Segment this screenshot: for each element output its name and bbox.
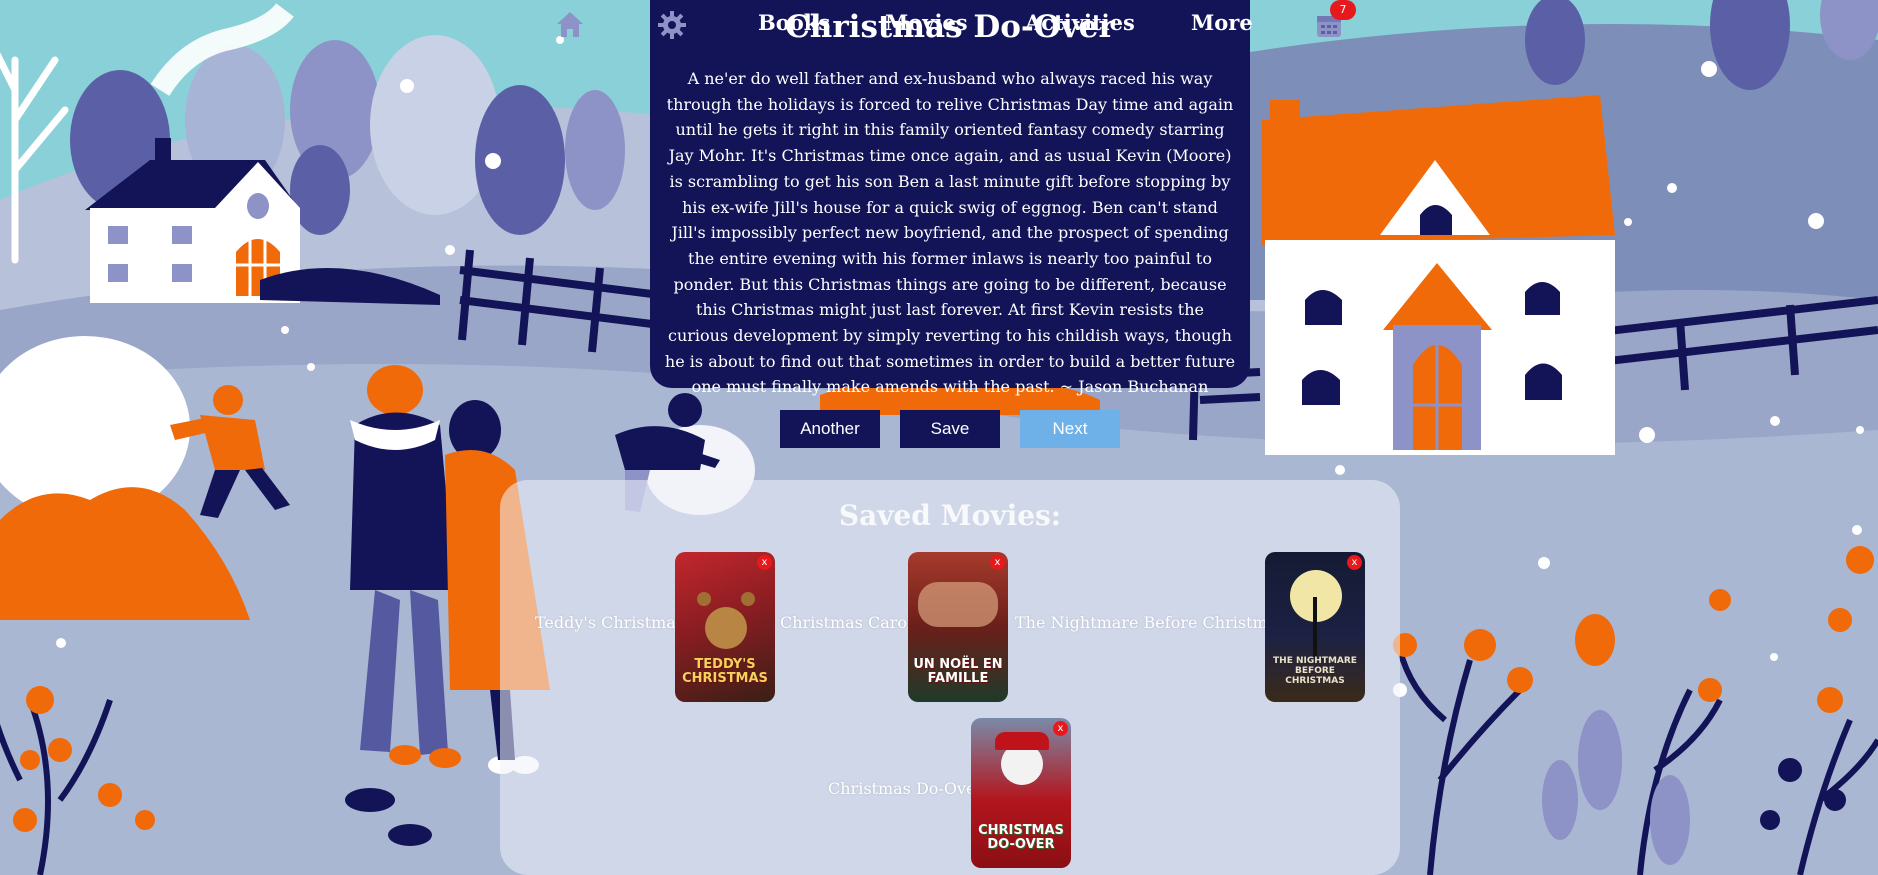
poster-title-text: UN NOËL EN FAMILLE bbox=[913, 657, 1003, 686]
saved-movies-panel: Saved Movies: Teddy's Christmas TEDDY'S … bbox=[500, 480, 1400, 875]
movie-poster[interactable]: TEDDY'S CHRISTMAS x bbox=[675, 552, 775, 702]
home-icon[interactable] bbox=[555, 10, 585, 38]
remove-saved-button[interactable]: x bbox=[757, 555, 772, 570]
remove-saved-button[interactable]: x bbox=[1347, 555, 1362, 570]
nav-movies[interactable]: Movies bbox=[885, 10, 968, 35]
saved-movie-item[interactable]: The Nightmare Before Christmas THE NIGHT… bbox=[1015, 552, 1385, 702]
saved-movie-label: Teddy's Christmas bbox=[535, 613, 684, 632]
movie-details-panel: Christmas Do-Over A ne'er do well father… bbox=[650, 0, 1250, 396]
next-button[interactable]: Next bbox=[1020, 410, 1120, 448]
remove-saved-button[interactable]: x bbox=[990, 555, 1005, 570]
saved-movie-item[interactable]: Christmas Carole UN NOËL EN FAMILLE x bbox=[780, 552, 1010, 702]
saved-movie-label: Christmas Do-Over bbox=[828, 779, 984, 798]
poster-title-text: TEDDY'S CHRISTMAS bbox=[682, 657, 768, 686]
movie-poster[interactable]: CHRISTMAS DO-OVER x bbox=[971, 718, 1071, 868]
saved-movie-label: Christmas Carole bbox=[780, 613, 922, 632]
saved-movie-item[interactable]: Christmas Do-Over CHRISTMAS DO-OVER x bbox=[825, 718, 1075, 868]
nav-activities[interactable]: Activities bbox=[1025, 10, 1135, 35]
saved-movie-item[interactable]: Teddy's Christmas TEDDY'S CHRISTMAS x bbox=[535, 552, 775, 702]
settings-gear-icon[interactable] bbox=[657, 10, 687, 40]
another-button[interactable]: Another bbox=[780, 410, 880, 448]
notification-badge: 7 bbox=[1330, 0, 1356, 20]
poster-title-text: THE NIGHTMARE BEFORE CHRISTMAS bbox=[1273, 656, 1357, 686]
remove-saved-button[interactable]: x bbox=[1053, 721, 1068, 736]
saved-movies-heading: Saved Movies: bbox=[838, 499, 1062, 533]
nav-books[interactable]: Books bbox=[758, 10, 830, 35]
movie-description: A ne'er do well father and ex-husband wh… bbox=[664, 69, 1236, 397]
movie-poster[interactable]: THE NIGHTMARE BEFORE CHRISTMAS x bbox=[1265, 552, 1365, 702]
save-button[interactable]: Save bbox=[900, 410, 1000, 448]
nav-more[interactable]: More bbox=[1191, 10, 1253, 35]
saved-movie-label: The Nightmare Before Christmas bbox=[1015, 613, 1286, 632]
poster-title-text: CHRISTMAS DO-OVER bbox=[978, 823, 1064, 852]
movie-poster[interactable]: UN NOËL EN FAMILLE x bbox=[908, 552, 1008, 702]
